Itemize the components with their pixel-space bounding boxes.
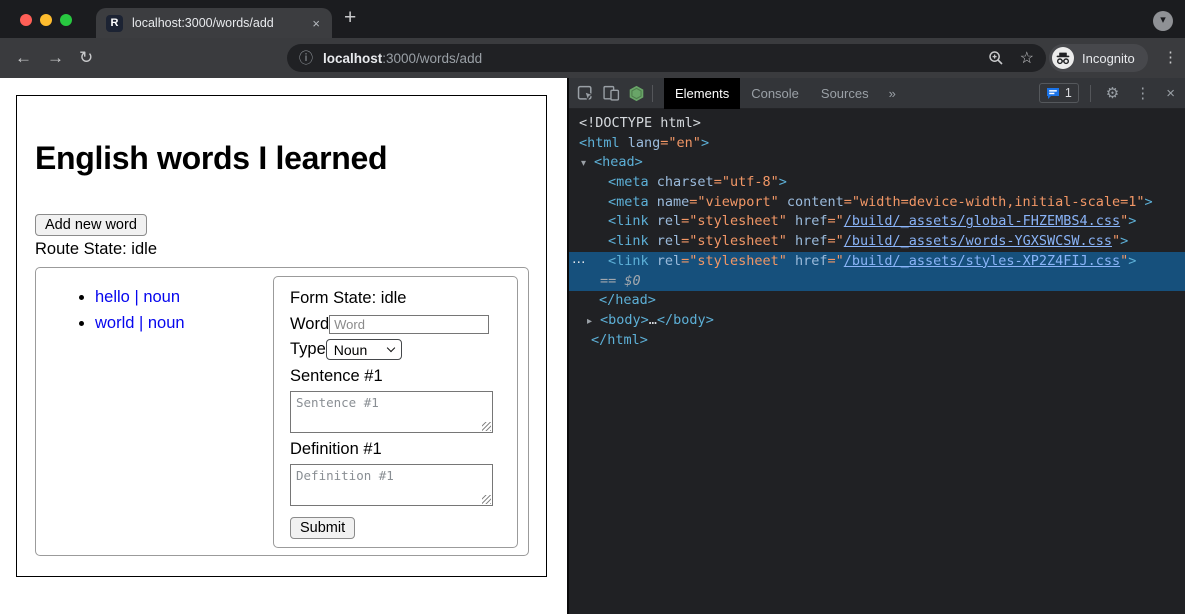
type-select-value: Noun — [334, 342, 367, 358]
dom-tree-row[interactable]: <html lang="en"> — [569, 134, 1185, 154]
browser-window: R localhost:3000/words/add × + ▾ ← → ↻ ⓘ… — [0, 0, 1185, 614]
incognito-icon — [1052, 47, 1074, 69]
dom-tree: <!DOCTYPE html><html lang="en">▾<head><m… — [569, 110, 1185, 614]
dom-tree-row[interactable]: ▾<head> — [569, 153, 1185, 173]
sentence-label: Sentence #1 — [290, 367, 501, 386]
tab-search-button[interactable]: ▾ — [1153, 11, 1173, 31]
dom-tree-row[interactable]: <meta name="viewport" content="width=dev… — [569, 193, 1185, 213]
url-text[interactable]: localhost:3000/words/add — [323, 51, 972, 66]
word-input[interactable] — [329, 315, 489, 334]
forward-icon[interactable]: → — [47, 48, 64, 68]
address-bar[interactable]: ⓘ localhost:3000/words/add ☆ — [287, 44, 1046, 72]
chevron-down-icon — [387, 344, 395, 352]
type-select[interactable]: Noun — [326, 339, 402, 360]
form-state-text: Form State: idle — [290, 289, 501, 308]
expand-arrow-icon[interactable]: ▸ — [587, 312, 600, 332]
inspect-element-icon[interactable] — [577, 85, 595, 101]
issues-badge[interactable]: 1 — [1039, 83, 1079, 103]
incognito-label: Incognito — [1082, 51, 1135, 66]
definition-label: Definition #1 — [290, 440, 501, 459]
dom-tree-row[interactable]: </html> — [569, 331, 1185, 351]
browser-toolbar: ← → ↻ ⓘ localhost:3000/words/add ☆ Incog… — [0, 38, 1185, 78]
add-new-word-button[interactable]: Add new word — [35, 214, 147, 236]
browser-tab[interactable]: R localhost:3000/words/add × — [96, 8, 332, 38]
dom-tree-row[interactable]: == $0 — [569, 272, 1185, 292]
issues-bubble-icon — [1046, 87, 1060, 100]
node-devtools-icon[interactable] — [628, 85, 645, 102]
zoom-icon[interactable] — [988, 50, 1004, 66]
word-link[interactable]: hello | noun — [95, 288, 180, 306]
route-state-text: Route State: idle — [35, 240, 157, 259]
word-list-item: hello | noun — [95, 284, 185, 310]
web-page: English words I learned Add new word Rou… — [0, 78, 567, 614]
add-word-form: Form State: idle Word Type Noun — [273, 276, 518, 548]
window-close-button[interactable] — [20, 14, 32, 26]
word-label: Word — [290, 315, 329, 334]
word-link[interactable]: world | noun — [95, 314, 185, 332]
dom-tree-row[interactable]: …<link rel="stylesheet" href="/build/_as… — [569, 252, 1185, 272]
device-toolbar-icon[interactable] — [603, 85, 620, 101]
devtools-tab-sources[interactable]: Sources — [810, 78, 880, 109]
more-tabs-icon[interactable]: » — [880, 78, 905, 109]
reload-icon[interactable]: ↻ — [79, 48, 93, 68]
sentence-textarea[interactable] — [290, 391, 493, 433]
word-list: hello | noun world | noun — [58, 284, 185, 336]
new-tab-button[interactable]: + — [344, 6, 356, 30]
bookmark-star-icon[interactable]: ☆ — [1020, 48, 1034, 68]
toolbar-divider — [652, 85, 653, 102]
devtools-tab-elements[interactable]: Elements — [664, 78, 740, 109]
devtools-menu-icon[interactable]: ⋮ — [1135, 84, 1150, 102]
content-area: English words I learned Add new word Rou… — [0, 78, 1185, 614]
dom-tree-row[interactable]: <link rel="stylesheet" href="/build/_ass… — [569, 232, 1185, 252]
page-title: English words I learned — [35, 140, 387, 177]
url-path: :3000/words/add — [382, 51, 482, 66]
back-icon[interactable]: ← — [15, 48, 32, 68]
definition-textarea[interactable] — [290, 464, 493, 506]
dom-tree-row[interactable]: ▸<body>…</body> — [569, 311, 1185, 331]
collapse-arrow-icon[interactable]: ▾ — [581, 154, 594, 174]
issues-count: 1 — [1065, 86, 1072, 100]
devtools-toolbar: ElementsConsoleSources » 1 ⚙ ⋮ × — [569, 78, 1185, 109]
submit-button[interactable]: Submit — [290, 517, 355, 539]
remix-favicon-icon: R — [106, 15, 123, 32]
browser-menu-icon[interactable]: ⋮ — [1163, 49, 1178, 66]
words-panel: hello | noun world | noun Form State: idl… — [35, 267, 529, 556]
url-host: localhost — [323, 51, 382, 66]
window-minimize-button[interactable] — [40, 14, 52, 26]
incognito-badge: Incognito — [1049, 44, 1148, 72]
settings-gear-icon[interactable]: ⚙ — [1106, 84, 1119, 102]
word-list-item: world | noun — [95, 310, 185, 336]
devtools-tabs: ElementsConsoleSources — [664, 78, 880, 109]
toolbar-divider — [1090, 85, 1091, 102]
site-info-icon[interactable]: ⓘ — [299, 48, 313, 68]
gutter-dots-icon[interactable]: … — [572, 250, 586, 270]
devtools-panel: ElementsConsoleSources » 1 ⚙ ⋮ × <!DOCTY… — [567, 78, 1185, 614]
dom-tree-row[interactable]: <!DOCTYPE html> — [569, 114, 1185, 134]
tab-title: localhost:3000/words/add — [132, 16, 310, 30]
window-zoom-button[interactable] — [60, 14, 72, 26]
devtools-tab-console[interactable]: Console — [740, 78, 810, 109]
dom-tree-row[interactable]: <meta charset="utf-8"> — [569, 173, 1185, 193]
tab-close-icon[interactable]: × — [310, 16, 322, 31]
dom-tree-row[interactable]: </head> — [569, 291, 1185, 311]
app-container: English words I learned Add new word Rou… — [16, 95, 547, 577]
dom-tree-row[interactable]: <link rel="stylesheet" href="/build/_ass… — [569, 212, 1185, 232]
type-label: Type — [290, 340, 326, 359]
tab-strip: R localhost:3000/words/add × + ▾ — [0, 0, 1185, 38]
devtools-close-icon[interactable]: × — [1166, 85, 1175, 102]
